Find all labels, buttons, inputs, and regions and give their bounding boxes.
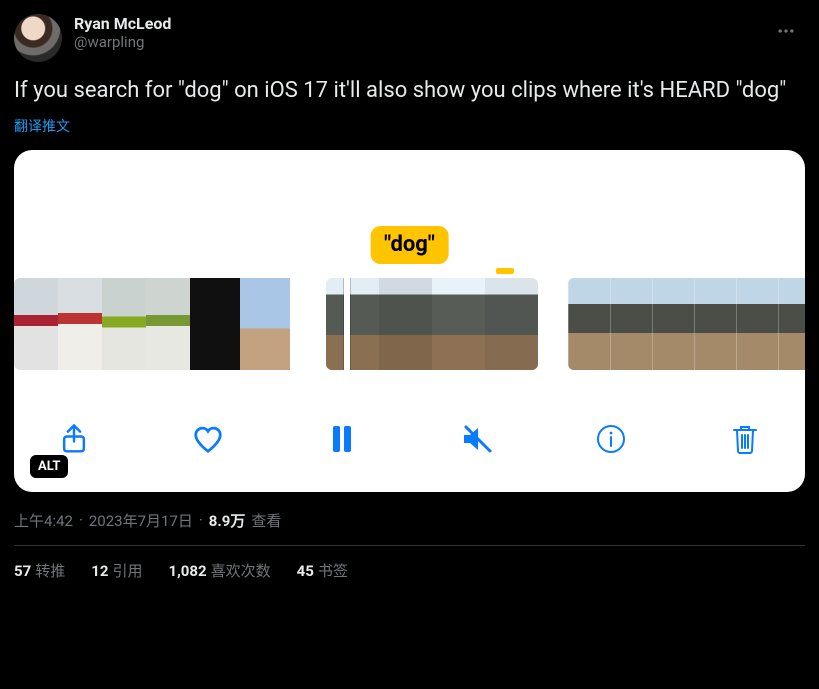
playhead[interactable]	[344, 278, 350, 370]
clip-group-1[interactable]	[14, 278, 296, 370]
quotes-label: 引用	[112, 562, 142, 580]
divider	[14, 545, 805, 546]
thumbnail	[610, 278, 652, 370]
thumbnail	[240, 278, 290, 370]
mute-icon	[460, 424, 494, 454]
tweet-date[interactable]: 2023年7月17日	[89, 510, 193, 531]
pause-icon	[330, 424, 354, 454]
thumbnail	[146, 278, 190, 370]
heart-icon	[191, 424, 225, 454]
tweet-text: If you search for "dog" on iOS 17 it'll …	[14, 76, 805, 106]
views-label: 查看	[251, 510, 281, 531]
clip-group-3[interactable]	[568, 278, 805, 370]
media-card[interactable]: "dog"	[14, 150, 805, 492]
retweets-label: 转推	[35, 562, 65, 580]
quotes-count: 12	[91, 562, 108, 580]
thumbnail	[326, 278, 379, 370]
pause-button[interactable]	[324, 421, 360, 457]
thumbnail	[379, 278, 432, 370]
tweet-header: Ryan McLeod @warpling	[14, 14, 805, 62]
bookmarks-stat[interactable]: 45书签	[297, 560, 348, 581]
tweet-meta: 上午4:42 · 2023年7月17日 · 8.9万 查看	[14, 510, 805, 531]
thumbnail	[736, 278, 778, 370]
likes-count: 1,082	[168, 562, 206, 580]
thumbnail	[568, 278, 610, 370]
views-count: 8.9万	[209, 510, 246, 531]
more-icon	[776, 21, 796, 41]
avatar[interactable]	[14, 14, 62, 62]
thumbnail	[778, 278, 805, 370]
handle: @warpling	[74, 33, 171, 51]
tweet-time[interactable]: 上午4:42	[14, 510, 73, 531]
separator-dot: ·	[79, 511, 83, 529]
info-icon	[595, 423, 627, 455]
clip-group-2[interactable]	[326, 278, 538, 370]
alt-badge[interactable]: ALT	[30, 455, 68, 478]
more-button[interactable]	[769, 14, 803, 48]
bookmarks-count: 45	[297, 562, 314, 580]
thumbnail	[432, 278, 485, 370]
info-button[interactable]	[593, 421, 629, 457]
caption-bubble: "dog"	[370, 226, 449, 264]
thumbnail	[190, 278, 240, 370]
delete-button[interactable]	[727, 421, 763, 457]
separator-dot: ·	[199, 511, 203, 529]
share-icon	[59, 423, 89, 455]
bookmarks-label: 书签	[318, 562, 348, 580]
thumbnail	[694, 278, 736, 370]
retweets-count: 57	[14, 562, 31, 580]
author-names[interactable]: Ryan McLeod @warpling	[74, 14, 171, 51]
thumbnail	[485, 278, 538, 370]
mute-button[interactable]	[459, 421, 495, 457]
share-button[interactable]	[56, 421, 92, 457]
like-button[interactable]	[190, 421, 226, 457]
thumbnail	[58, 278, 102, 370]
media-toolbar	[14, 412, 805, 466]
scrubber-mark	[496, 268, 514, 274]
stats-row: 57转推 12引用 1,082 喜欢次数 45书签	[14, 560, 805, 581]
likes-label: 喜欢次数	[211, 562, 271, 580]
thumbnail	[652, 278, 694, 370]
tweet-container: Ryan McLeod @warpling If you search for …	[14, 14, 805, 581]
translate-link[interactable]: 翻译推文	[14, 116, 805, 136]
video-timeline[interactable]	[14, 278, 805, 370]
trash-icon	[731, 423, 759, 455]
likes-stat[interactable]: 1,082 喜欢次数	[168, 560, 270, 581]
retweets-stat[interactable]: 57转推	[14, 560, 65, 581]
quotes-stat[interactable]: 12引用	[91, 560, 142, 581]
thumbnail	[102, 278, 146, 370]
thumbnail	[14, 278, 58, 370]
display-name: Ryan McLeod	[74, 14, 171, 33]
